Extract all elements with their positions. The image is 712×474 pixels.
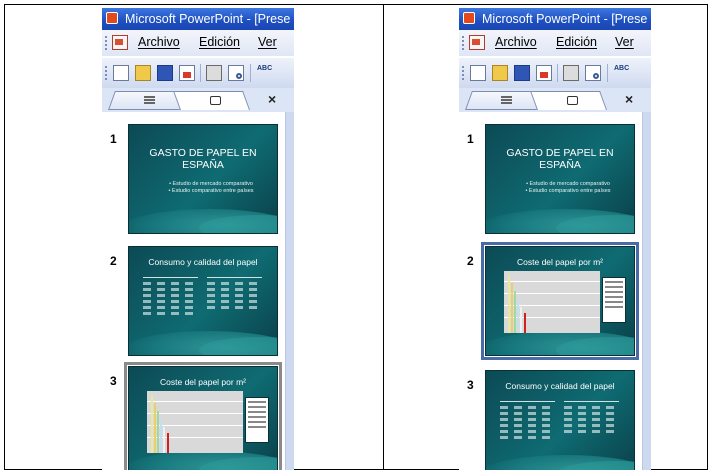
slide-bullet: • Estudio comparativo entre países bbox=[168, 187, 254, 194]
toolbar-grip-icon[interactable] bbox=[462, 66, 467, 80]
slide-number: 3 bbox=[110, 374, 117, 388]
right-screenshot-cell: Microsoft PowerPoint - [Prese Archivo Ed… bbox=[383, 4, 708, 470]
new-document-icon[interactable] bbox=[470, 65, 486, 81]
menu-ver[interactable]: Ver bbox=[615, 35, 634, 49]
spelling-icon[interactable]: ABC bbox=[257, 65, 273, 81]
slide-bullets: • Estudio de mercado comparativo • Estud… bbox=[159, 181, 263, 194]
powerpoint-window-left: Microsoft PowerPoint - [Prese Archivo Ed… bbox=[102, 8, 294, 470]
powerpoint-app-icon bbox=[106, 12, 118, 24]
slide-chart-legend bbox=[602, 277, 626, 323]
open-folder-icon[interactable] bbox=[492, 65, 508, 81]
slide-thumbnail-consumo[interactable]: Consumo y calidad del papel bbox=[128, 246, 278, 356]
close-pane-icon[interactable]: × bbox=[625, 91, 633, 107]
powerpoint-window-right: Microsoft PowerPoint - [Prese Archivo Ed… bbox=[459, 8, 651, 470]
menu-bar: Archivo Edición Ver bbox=[102, 30, 294, 56]
vertical-scrollbar[interactable] bbox=[285, 112, 294, 470]
menu-archivo[interactable]: Archivo bbox=[138, 35, 180, 49]
menu-edicion[interactable]: Edición bbox=[199, 35, 240, 49]
save-icon[interactable] bbox=[157, 65, 173, 81]
print-icon[interactable] bbox=[563, 65, 579, 81]
window-title: Microsoft PowerPoint - [Prese bbox=[482, 12, 648, 26]
slide-number: 1 bbox=[467, 132, 474, 146]
slide-chart-legend bbox=[245, 397, 269, 443]
left-screenshot-cell: Microsoft PowerPoint - [Prese Archivo Ed… bbox=[4, 4, 384, 470]
slide-table bbox=[564, 401, 619, 436]
permission-icon[interactable] bbox=[179, 65, 195, 81]
slide-title: Consumo y calidad del papel bbox=[148, 257, 258, 267]
menubar-grip-icon[interactable] bbox=[105, 36, 110, 50]
slide-bullet: • Estudio comparativo entre países bbox=[525, 187, 611, 194]
toolbar-separator bbox=[250, 64, 251, 82]
standard-toolbar: ABC bbox=[459, 58, 651, 89]
slide-title: GASTO DE PAPEL EN ESPAÑA bbox=[149, 147, 257, 171]
slide-table bbox=[207, 277, 262, 312]
toolbar-separator bbox=[607, 64, 608, 82]
title-bar: Microsoft PowerPoint - [Prese bbox=[102, 8, 294, 30]
toolbar-separator bbox=[557, 64, 558, 82]
slides-pane: 1 GASTO DE PAPEL EN ESPAÑA • Estudio de … bbox=[459, 112, 651, 470]
menubar-grip-icon[interactable] bbox=[462, 36, 467, 50]
slide-title: Coste del papel por m² bbox=[160, 377, 246, 387]
outline-icon bbox=[501, 96, 512, 104]
slide-table bbox=[143, 277, 198, 318]
pane-tabs: × bbox=[102, 88, 294, 112]
slide-thumbnail-title[interactable]: GASTO DE PAPEL EN ESPAÑA • Estudio de me… bbox=[485, 124, 635, 234]
print-preview-icon[interactable] bbox=[585, 65, 601, 81]
slides-icon bbox=[210, 96, 221, 105]
toolbar-grip-icon[interactable] bbox=[105, 66, 110, 80]
slide-number: 2 bbox=[467, 254, 474, 268]
powerpoint-app-icon bbox=[463, 12, 475, 24]
slide-bullet: • Estudio de mercado comparativo bbox=[526, 181, 610, 187]
slide-bullet: • Estudio de mercado comparativo bbox=[169, 181, 253, 187]
print-icon[interactable] bbox=[206, 65, 222, 81]
slide-number: 1 bbox=[110, 132, 117, 146]
slide-title: Coste del papel por m² bbox=[517, 257, 603, 267]
close-pane-icon[interactable]: × bbox=[268, 91, 276, 107]
slide-thumbnail-coste-selected[interactable]: Coste del papel por m² bbox=[124, 362, 282, 470]
document-icon[interactable] bbox=[112, 35, 128, 50]
slide-chart bbox=[504, 271, 600, 333]
slide-table bbox=[500, 401, 555, 442]
slide-title: Consumo y calidad del papel bbox=[505, 381, 615, 391]
slides-icon bbox=[567, 96, 578, 105]
slide-chart bbox=[147, 391, 243, 453]
menu-bar: Archivo Edición Ver bbox=[459, 30, 651, 56]
slide-thumbnail-consumo[interactable]: Consumo y calidad del papel bbox=[485, 370, 635, 470]
slide-title: GASTO DE PAPEL EN ESPAÑA bbox=[506, 147, 614, 171]
window-title: Microsoft PowerPoint - [Prese bbox=[125, 12, 291, 26]
open-folder-icon[interactable] bbox=[135, 65, 151, 81]
permission-icon[interactable] bbox=[536, 65, 552, 81]
slides-pane: 1 GASTO DE PAPEL EN ESPAÑA • Estudio de … bbox=[102, 112, 294, 470]
standard-toolbar: ABC bbox=[102, 58, 294, 89]
vertical-scrollbar[interactable] bbox=[642, 112, 651, 470]
slide-thumbnail-coste-selected[interactable]: Coste del papel por m² bbox=[481, 242, 639, 360]
print-preview-icon[interactable] bbox=[228, 65, 244, 81]
menu-archivo[interactable]: Archivo bbox=[495, 35, 537, 49]
document-icon[interactable] bbox=[469, 35, 485, 50]
spelling-icon[interactable]: ABC bbox=[614, 65, 630, 81]
slide-bullets: • Estudio de mercado comparativo • Estud… bbox=[516, 181, 620, 194]
toolbar-separator bbox=[200, 64, 201, 82]
slide-thumbnail-title[interactable]: GASTO DE PAPEL EN ESPAÑA • Estudio de me… bbox=[128, 124, 278, 234]
title-bar: Microsoft PowerPoint - [Prese bbox=[459, 8, 651, 30]
slide-number: 3 bbox=[467, 378, 474, 392]
save-icon[interactable] bbox=[514, 65, 530, 81]
menu-edicion[interactable]: Edición bbox=[556, 35, 597, 49]
pane-tabs: × bbox=[459, 88, 651, 112]
menu-ver[interactable]: Ver bbox=[258, 35, 277, 49]
outline-icon bbox=[144, 96, 155, 104]
slide-number: 2 bbox=[110, 254, 117, 268]
new-document-icon[interactable] bbox=[113, 65, 129, 81]
